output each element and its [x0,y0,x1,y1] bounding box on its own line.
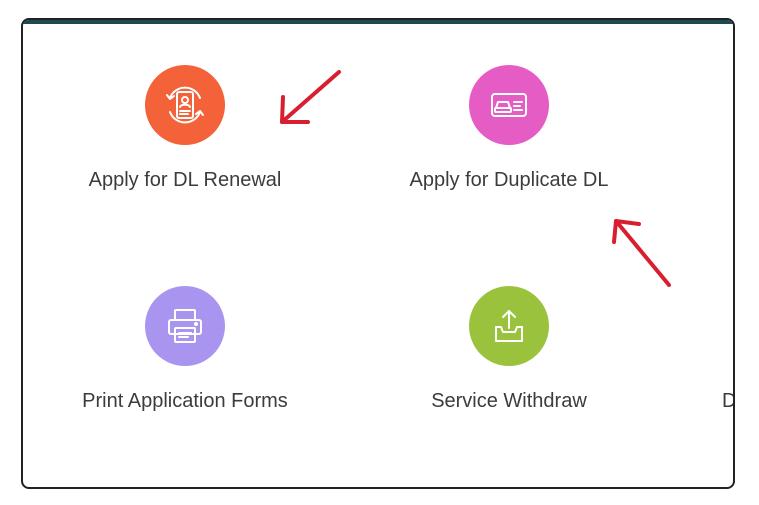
upload-withdraw-icon [469,286,549,366]
apply-dl-renewal-tile[interactable]: Apply for DL Renewal [55,65,315,192]
print-application-forms-label: Print Application Forms [82,390,288,412]
service-withdraw-label: Service Withdraw [431,390,587,412]
panel-top-border [23,20,733,24]
page: Apply for DL Renewal Apply for Duplicate… [0,0,759,505]
apply-dl-renewal-label: Apply for DL Renewal [88,169,282,191]
driving-license-card-icon [469,65,549,145]
service-withdraw-tile[interactable]: Service Withdraw [379,286,639,413]
partial-service-label[interactable]: D [722,390,733,413]
driver-license-renewal-icon [145,65,225,145]
services-panel: Apply for DL Renewal Apply for Duplicate… [21,18,735,489]
printer-icon [145,286,225,366]
print-application-forms-tile[interactable]: Print Application Forms [55,286,315,413]
apply-duplicate-dl-label: Apply for Duplicate DL [409,169,609,191]
apply-duplicate-dl-tile[interactable]: Apply for Duplicate DL [379,65,639,192]
